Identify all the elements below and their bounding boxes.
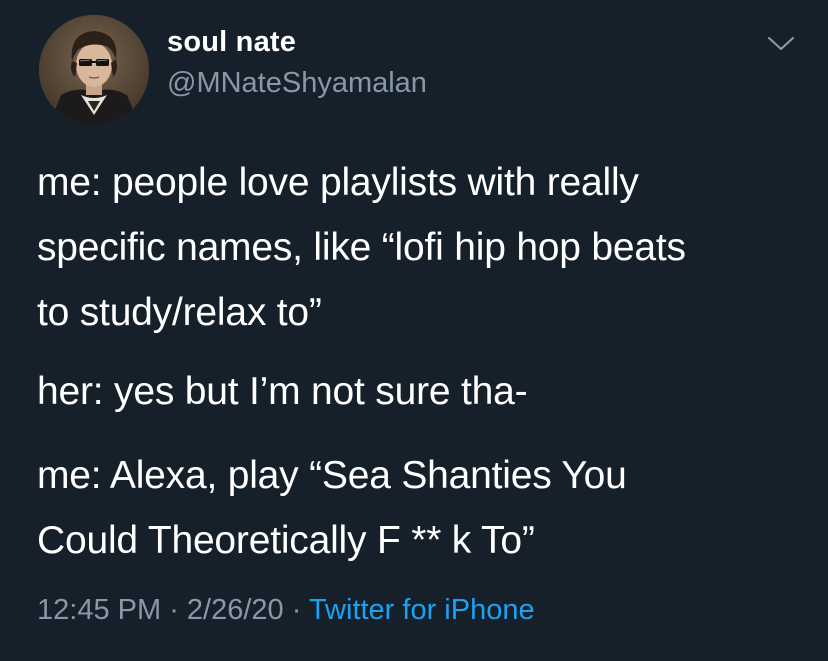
- tweet-date[interactable]: 2/26/20: [187, 594, 284, 626]
- tweet-text-line: specific names, like “lofi hip hop beats: [37, 226, 686, 269]
- tweet-card: soul nate @MNateShyamalan me: people lov…: [0, 0, 828, 661]
- user-handle[interactable]: @MNateShyamalan: [167, 67, 427, 100]
- tweet-text-line: her: yes but I’m not sure tha-: [37, 370, 528, 413]
- avatar[interactable]: [39, 15, 149, 125]
- tweet-time[interactable]: 12:45 PM: [37, 594, 161, 626]
- display-name[interactable]: soul nate: [167, 26, 296, 59]
- tweet-text-line: to study/relax to”: [37, 291, 322, 334]
- tweet-text-line: me: people love playlists with really: [37, 161, 639, 204]
- meta-separator: ·: [161, 594, 187, 626]
- avatar-portrait-image: [39, 15, 149, 125]
- tweet-source-link[interactable]: Twitter for iPhone: [309, 594, 535, 626]
- tweet-text-line: Could Theoretically F ** k To”: [37, 519, 535, 562]
- tweet-paragraph-3: me: Alexa, play “Sea Shanties You Could …: [37, 443, 627, 573]
- chevron-down-icon[interactable]: [764, 31, 798, 55]
- tweet-text-line: me: Alexa, play “Sea Shanties You: [37, 454, 627, 497]
- tweet-paragraph-2: her: yes but I’m not sure tha-: [37, 359, 528, 424]
- tweet-paragraph-1: me: people love playlists with really sp…: [37, 150, 686, 345]
- tweet-metadata: 12:45 PM · 2/26/20 · Twitter for iPhone: [37, 594, 535, 627]
- meta-separator: ·: [283, 594, 309, 626]
